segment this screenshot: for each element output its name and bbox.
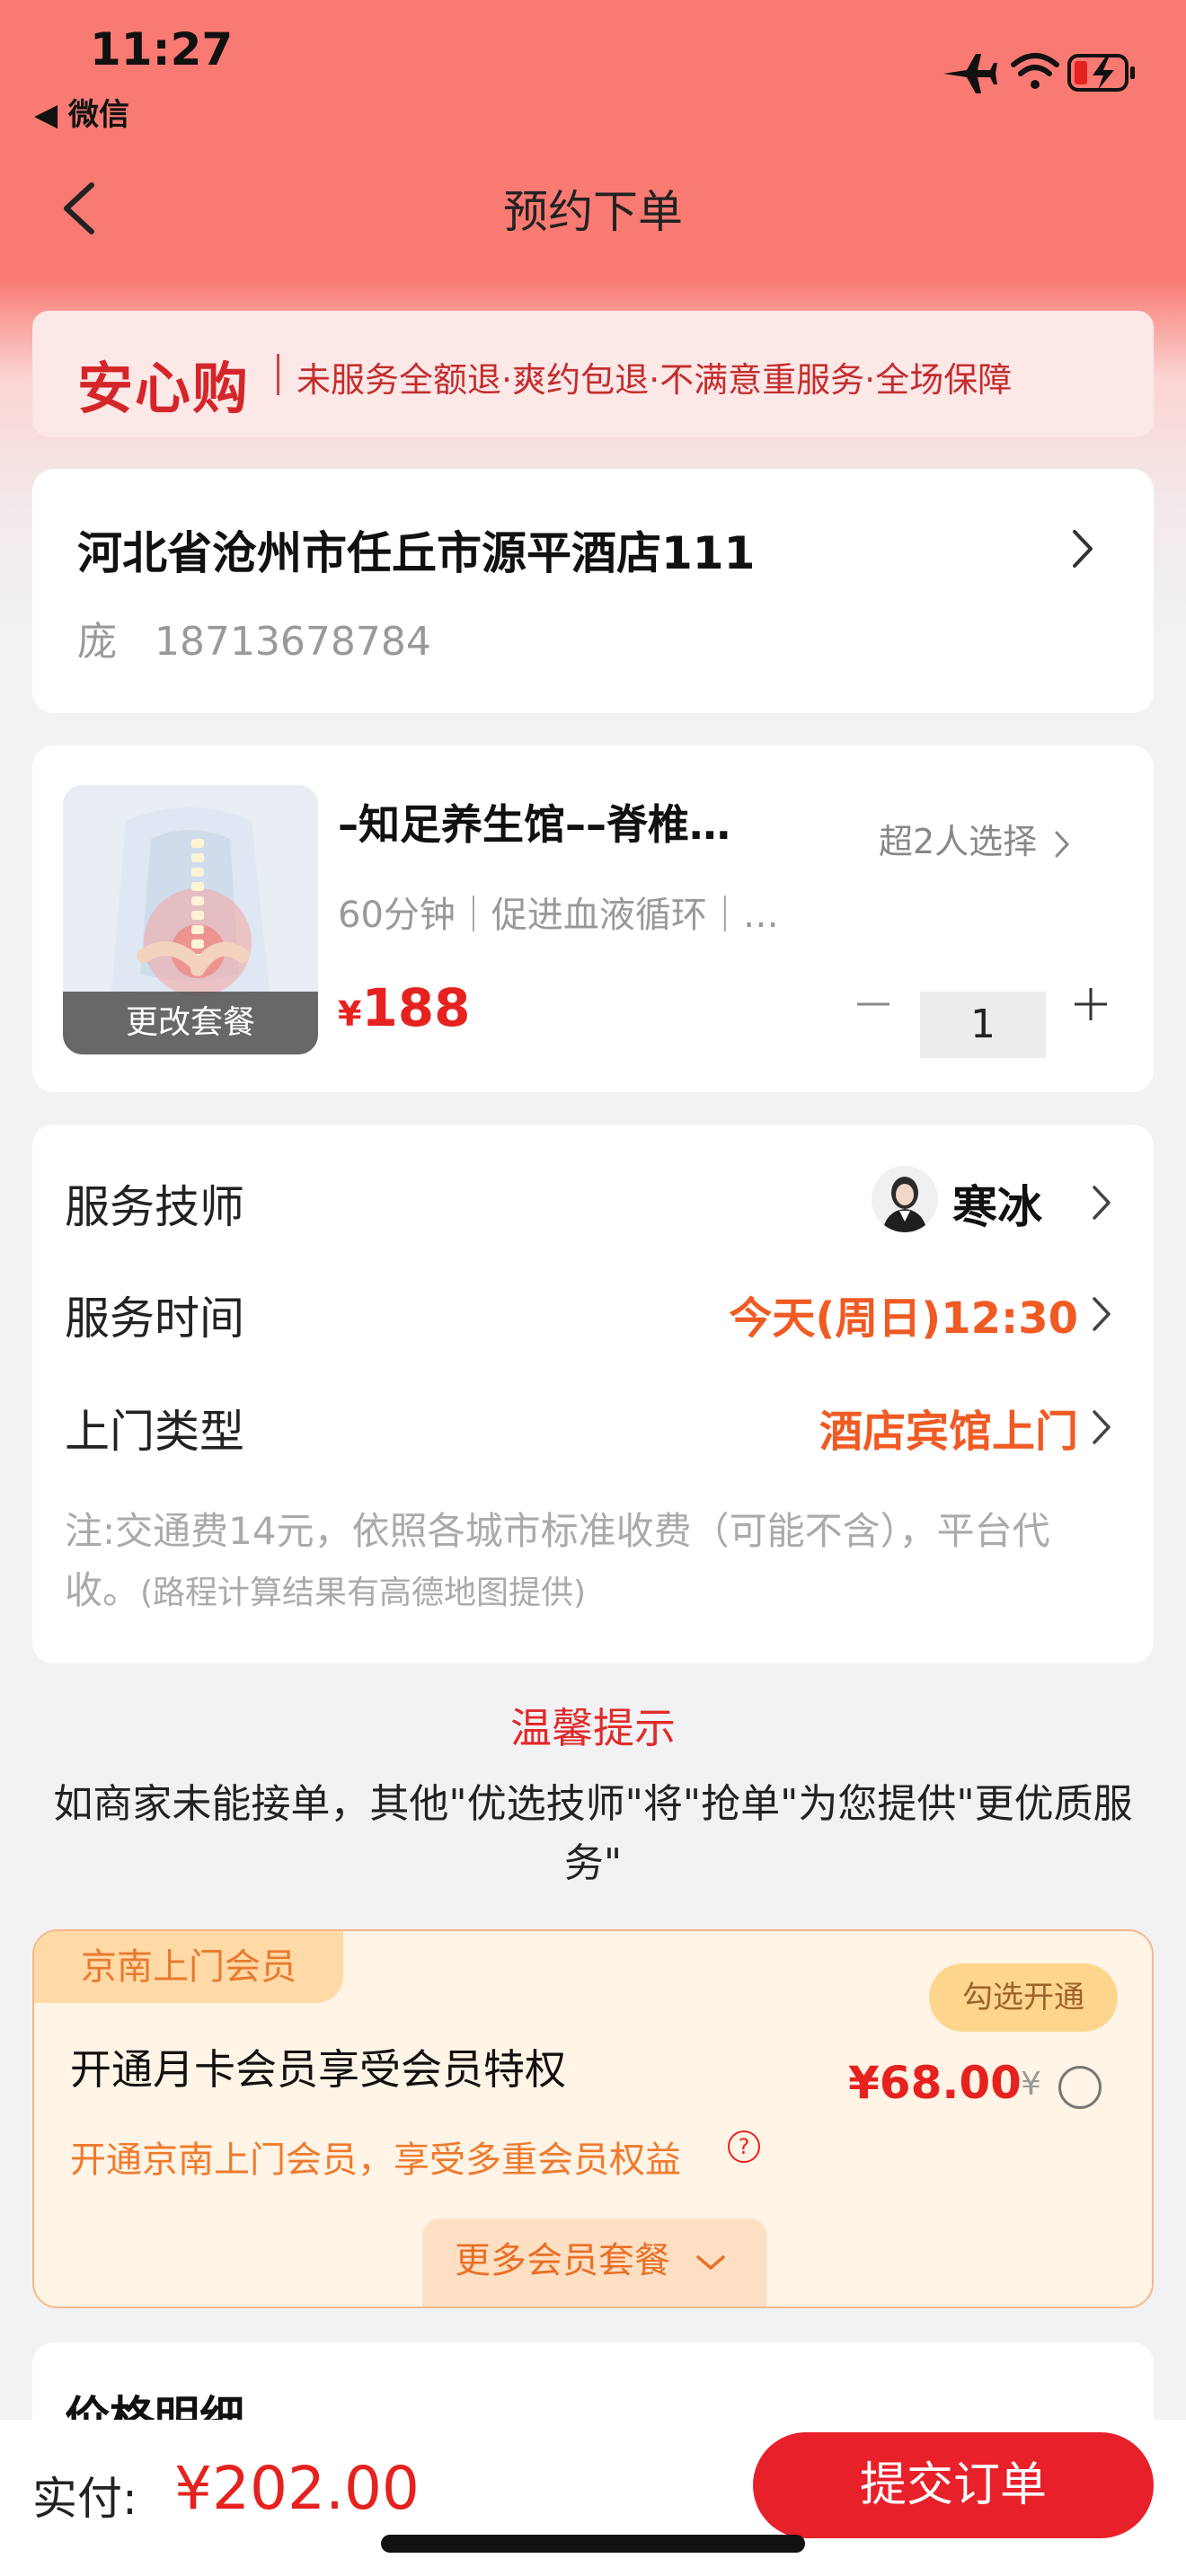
- battery-charging-icon: [1067, 54, 1135, 92]
- tips-text: 如商家未能接单，其他"优选技师"将"抢单"为您提供"更优质服务": [53, 1781, 1133, 1886]
- address-card[interactable]: 河北省沧州市任丘市源平酒店111 庞 18713678784: [32, 469, 1154, 713]
- contact-text: 庞 18713678784: [77, 619, 431, 665]
- type-label: 上门类型: [65, 1406, 244, 1458]
- change-package-button[interactable]: 更改套餐: [63, 992, 318, 1054]
- currency-symbol: ¥: [338, 994, 362, 1034]
- page-title: 预约下单: [503, 186, 683, 238]
- help-icon[interactable]: ?: [728, 2130, 760, 2163]
- status-icons: [943, 53, 1135, 93]
- service-card: 服务技师 寒冰 服务时间 今天(周日)12:30 上门类型 酒店宾馆上门 注:交…: [32, 1125, 1154, 1663]
- product-price: ¥188: [338, 977, 471, 1038]
- home-indicator[interactable]: [381, 2535, 805, 2553]
- membership-title: 开通月卡会员享受会员特权: [70, 2045, 566, 2094]
- open-membership-pill[interactable]: 勾选开通: [929, 1963, 1118, 2032]
- airplane-icon: [943, 54, 997, 93]
- guarantee-text: 未服务全额退·爽约包退·不满意重服务·全场保障: [296, 360, 1013, 400]
- membership-tag: 京南上门会员: [34, 1931, 343, 2003]
- tips-title: 温馨提示: [510, 1704, 676, 1752]
- product-title: –知足养生馆––脊椎…: [338, 800, 730, 849]
- service-time-value[interactable]: 今天(周日)12:30: [729, 1283, 1078, 1345]
- submit-order-button[interactable]: 提交订单: [753, 2432, 1154, 2538]
- guarantee-logo: 安心购: [77, 356, 251, 421]
- technician-name[interactable]: 寒冰: [952, 1171, 1042, 1236]
- divider: [277, 354, 279, 395]
- pay-amount: ¥202.00: [174, 2454, 420, 2523]
- chevron-right-icon: [1055, 831, 1070, 857]
- chevron-right-icon[interactable]: [1089, 1180, 1116, 1225]
- fee-note: 注:交通费14元，依照各城市标准收费（可能不含），平台代收。(路程计算结果有高德…: [65, 1502, 1125, 1623]
- yen-icon: ¥: [1021, 2066, 1041, 2103]
- technician-avatar: [872, 1166, 938, 1232]
- membership-price: ¥68.00: [848, 2057, 1022, 2109]
- service-type-value[interactable]: 酒店宾馆上门: [819, 1396, 1078, 1459]
- chevron-down-icon: [695, 2255, 725, 2270]
- chevron-left-icon[interactable]: [54, 176, 108, 239]
- guarantee-banner[interactable]: 安心购 未服务全额退·爽约包退·不满意重服务·全场保障: [32, 311, 1154, 437]
- product-image[interactable]: 更改套餐: [63, 785, 318, 1054]
- back-to-app-link[interactable]: ◀ 微信: [34, 90, 129, 134]
- more-plans-button[interactable]: 更多会员套餐: [422, 2219, 767, 2307]
- time-label: 服务时间: [65, 1292, 244, 1345]
- product-description: 60分钟｜促进血液循环｜…: [338, 895, 779, 936]
- address-text: 河北省沧州市任丘市源平酒店111: [77, 527, 756, 579]
- membership-radio[interactable]: [1058, 2066, 1102, 2109]
- chevron-right-icon[interactable]: [1089, 1292, 1116, 1337]
- membership-card[interactable]: 京南上门会员 勾选开通 开通月卡会员享受会员特权 ¥68.00 ¥ 开通京南上门…: [32, 1929, 1154, 2308]
- quantity-input[interactable]: 1: [920, 992, 1046, 1058]
- popularity-text: 超2人选择: [879, 822, 1038, 861]
- status-time: 11:27: [90, 23, 234, 75]
- popularity-link[interactable]: 超2人选择: [879, 814, 1073, 863]
- membership-subtitle: 开通京南上门会员，享受多重会员权益: [70, 2139, 681, 2181]
- bottom-bar: 实付: ¥202.00 提交订单: [0, 2420, 1186, 2576]
- fee-note-source: (路程计算结果有高德地图提供): [140, 1575, 587, 1611]
- chevron-right-icon: [1073, 530, 1093, 568]
- wifi-icon: [1011, 53, 1059, 89]
- technician-label: 服务技师: [65, 1181, 244, 1233]
- product-card: 更改套餐 –知足养生馆––脊椎… 超2人选择 60分钟｜促进血液循环｜… ¥18…: [32, 745, 1154, 1092]
- chevron-right-icon[interactable]: [1089, 1405, 1116, 1450]
- pay-label: 实付:: [32, 2473, 137, 2525]
- more-plans-label: 更多会员套餐: [455, 2240, 670, 2281]
- minus-icon[interactable]: [855, 986, 891, 1022]
- price-value: 188: [361, 977, 471, 1038]
- plus-icon[interactable]: [1073, 986, 1109, 1022]
